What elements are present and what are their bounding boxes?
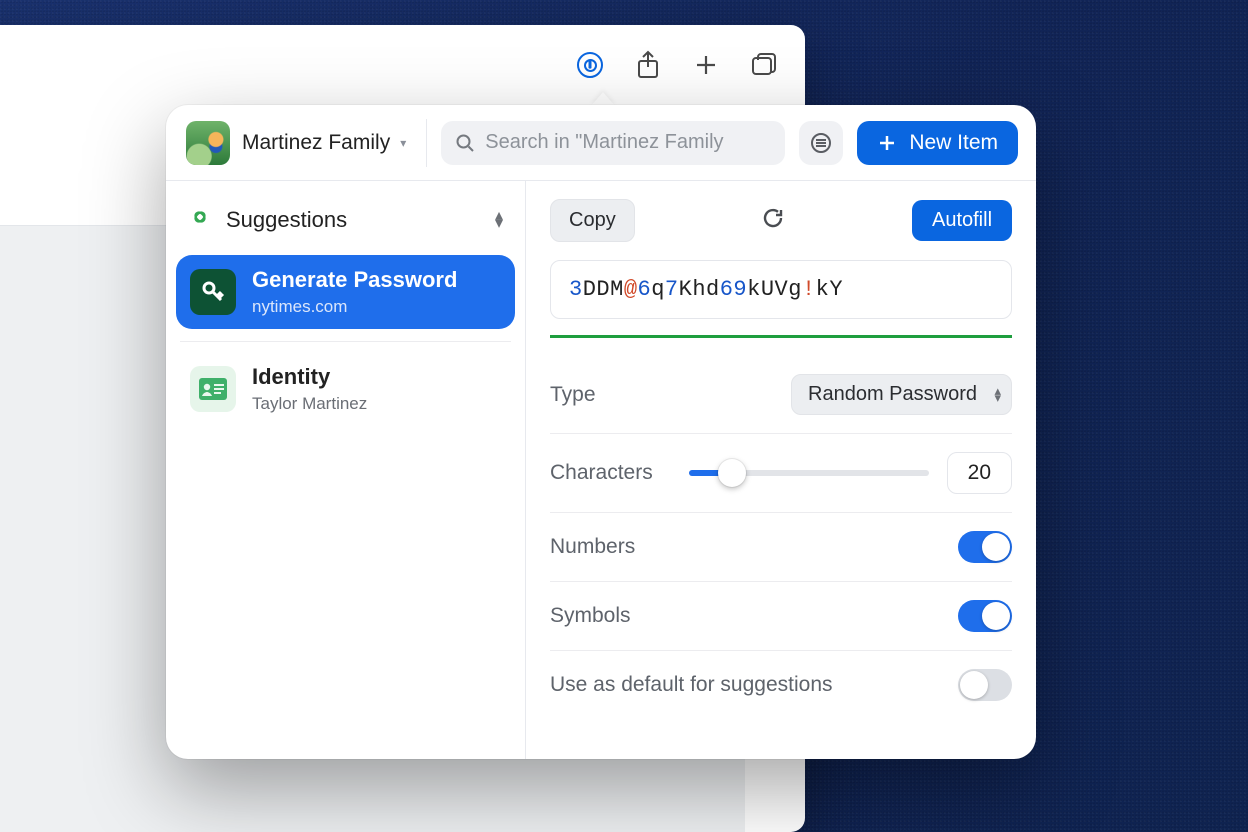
characters-value[interactable]: 20 (947, 452, 1012, 494)
new-item-button[interactable]: New Item (857, 121, 1018, 165)
numbers-label: Numbers (550, 535, 635, 559)
key-icon (190, 269, 236, 315)
divider (180, 341, 511, 342)
suggestions-icon (188, 205, 212, 235)
identity-icon (190, 366, 236, 412)
generator-panel: Copy Autofill 3DDM@6q7Khd69kUVg!kY Type … (526, 181, 1036, 759)
search-input[interactable] (485, 131, 771, 154)
chevron-down-icon: ▾ (400, 136, 406, 150)
tabs-overview-icon[interactable] (749, 50, 779, 80)
list-view-icon[interactable] (799, 121, 843, 165)
suggestion-identity[interactable]: Identity Taylor Martinez (176, 352, 515, 426)
popover-caret (591, 92, 615, 106)
type-label: Type (550, 383, 596, 407)
share-icon[interactable] (633, 50, 663, 80)
item-subtitle: nytimes.com (252, 297, 457, 317)
characters-slider[interactable] (689, 470, 929, 476)
onepassword-extension-icon[interactable] (575, 50, 605, 80)
password-strength-bar (550, 335, 1012, 338)
chevron-updown-icon: ▴▾ (994, 387, 1001, 403)
slider-thumb[interactable] (718, 459, 746, 487)
account-avatar (186, 121, 230, 165)
new-tab-icon[interactable] (691, 50, 721, 80)
suggestion-generate-password[interactable]: Generate Password nytimes.com (176, 255, 515, 329)
type-row: Type Random Password ▴▾ (550, 356, 1012, 434)
suggestions-label: Suggestions (226, 207, 347, 233)
safari-toolbar (0, 25, 805, 105)
account-switcher[interactable]: Martinez Family ▾ (184, 119, 412, 167)
sort-updown-icon[interactable]: ▴▾ (495, 212, 503, 228)
suggestions-panel: Suggestions ▴▾ Generate Password nytimes… (166, 181, 526, 759)
search-field[interactable] (441, 121, 785, 165)
divider (426, 119, 427, 167)
symbols-toggle[interactable] (958, 600, 1012, 632)
new-item-label: New Item (909, 131, 998, 155)
onepassword-popover: Martinez Family ▾ New Item (166, 105, 1036, 759)
autofill-button[interactable]: Autofill (912, 200, 1012, 241)
account-name: Martinez Family (242, 131, 390, 155)
default-label: Use as default for suggestions (550, 673, 833, 697)
numbers-toggle[interactable] (958, 531, 1012, 563)
type-value: Random Password (808, 383, 977, 405)
popover-header: Martinez Family ▾ New Item (166, 105, 1036, 181)
plus-icon (877, 133, 897, 153)
generated-password[interactable]: 3DDM@6q7Khd69kUVg!kY (550, 260, 1012, 319)
copy-button[interactable]: Copy (550, 199, 635, 242)
characters-row: Characters 20 (550, 434, 1012, 513)
type-select[interactable]: Random Password ▴▾ (791, 374, 1012, 415)
default-toggle[interactable] (958, 669, 1012, 701)
item-title: Generate Password (252, 267, 457, 293)
characters-label: Characters (550, 461, 653, 485)
item-title: Identity (252, 364, 367, 390)
search-icon (455, 133, 475, 153)
suggestions-header[interactable]: Suggestions ▴▾ (176, 191, 515, 255)
regenerate-icon[interactable] (761, 206, 785, 235)
item-subtitle: Taylor Martinez (252, 394, 367, 414)
numbers-row: Numbers (550, 513, 1012, 582)
symbols-label: Symbols (550, 604, 631, 628)
default-row: Use as default for suggestions (550, 651, 1012, 719)
symbols-row: Symbols (550, 582, 1012, 651)
